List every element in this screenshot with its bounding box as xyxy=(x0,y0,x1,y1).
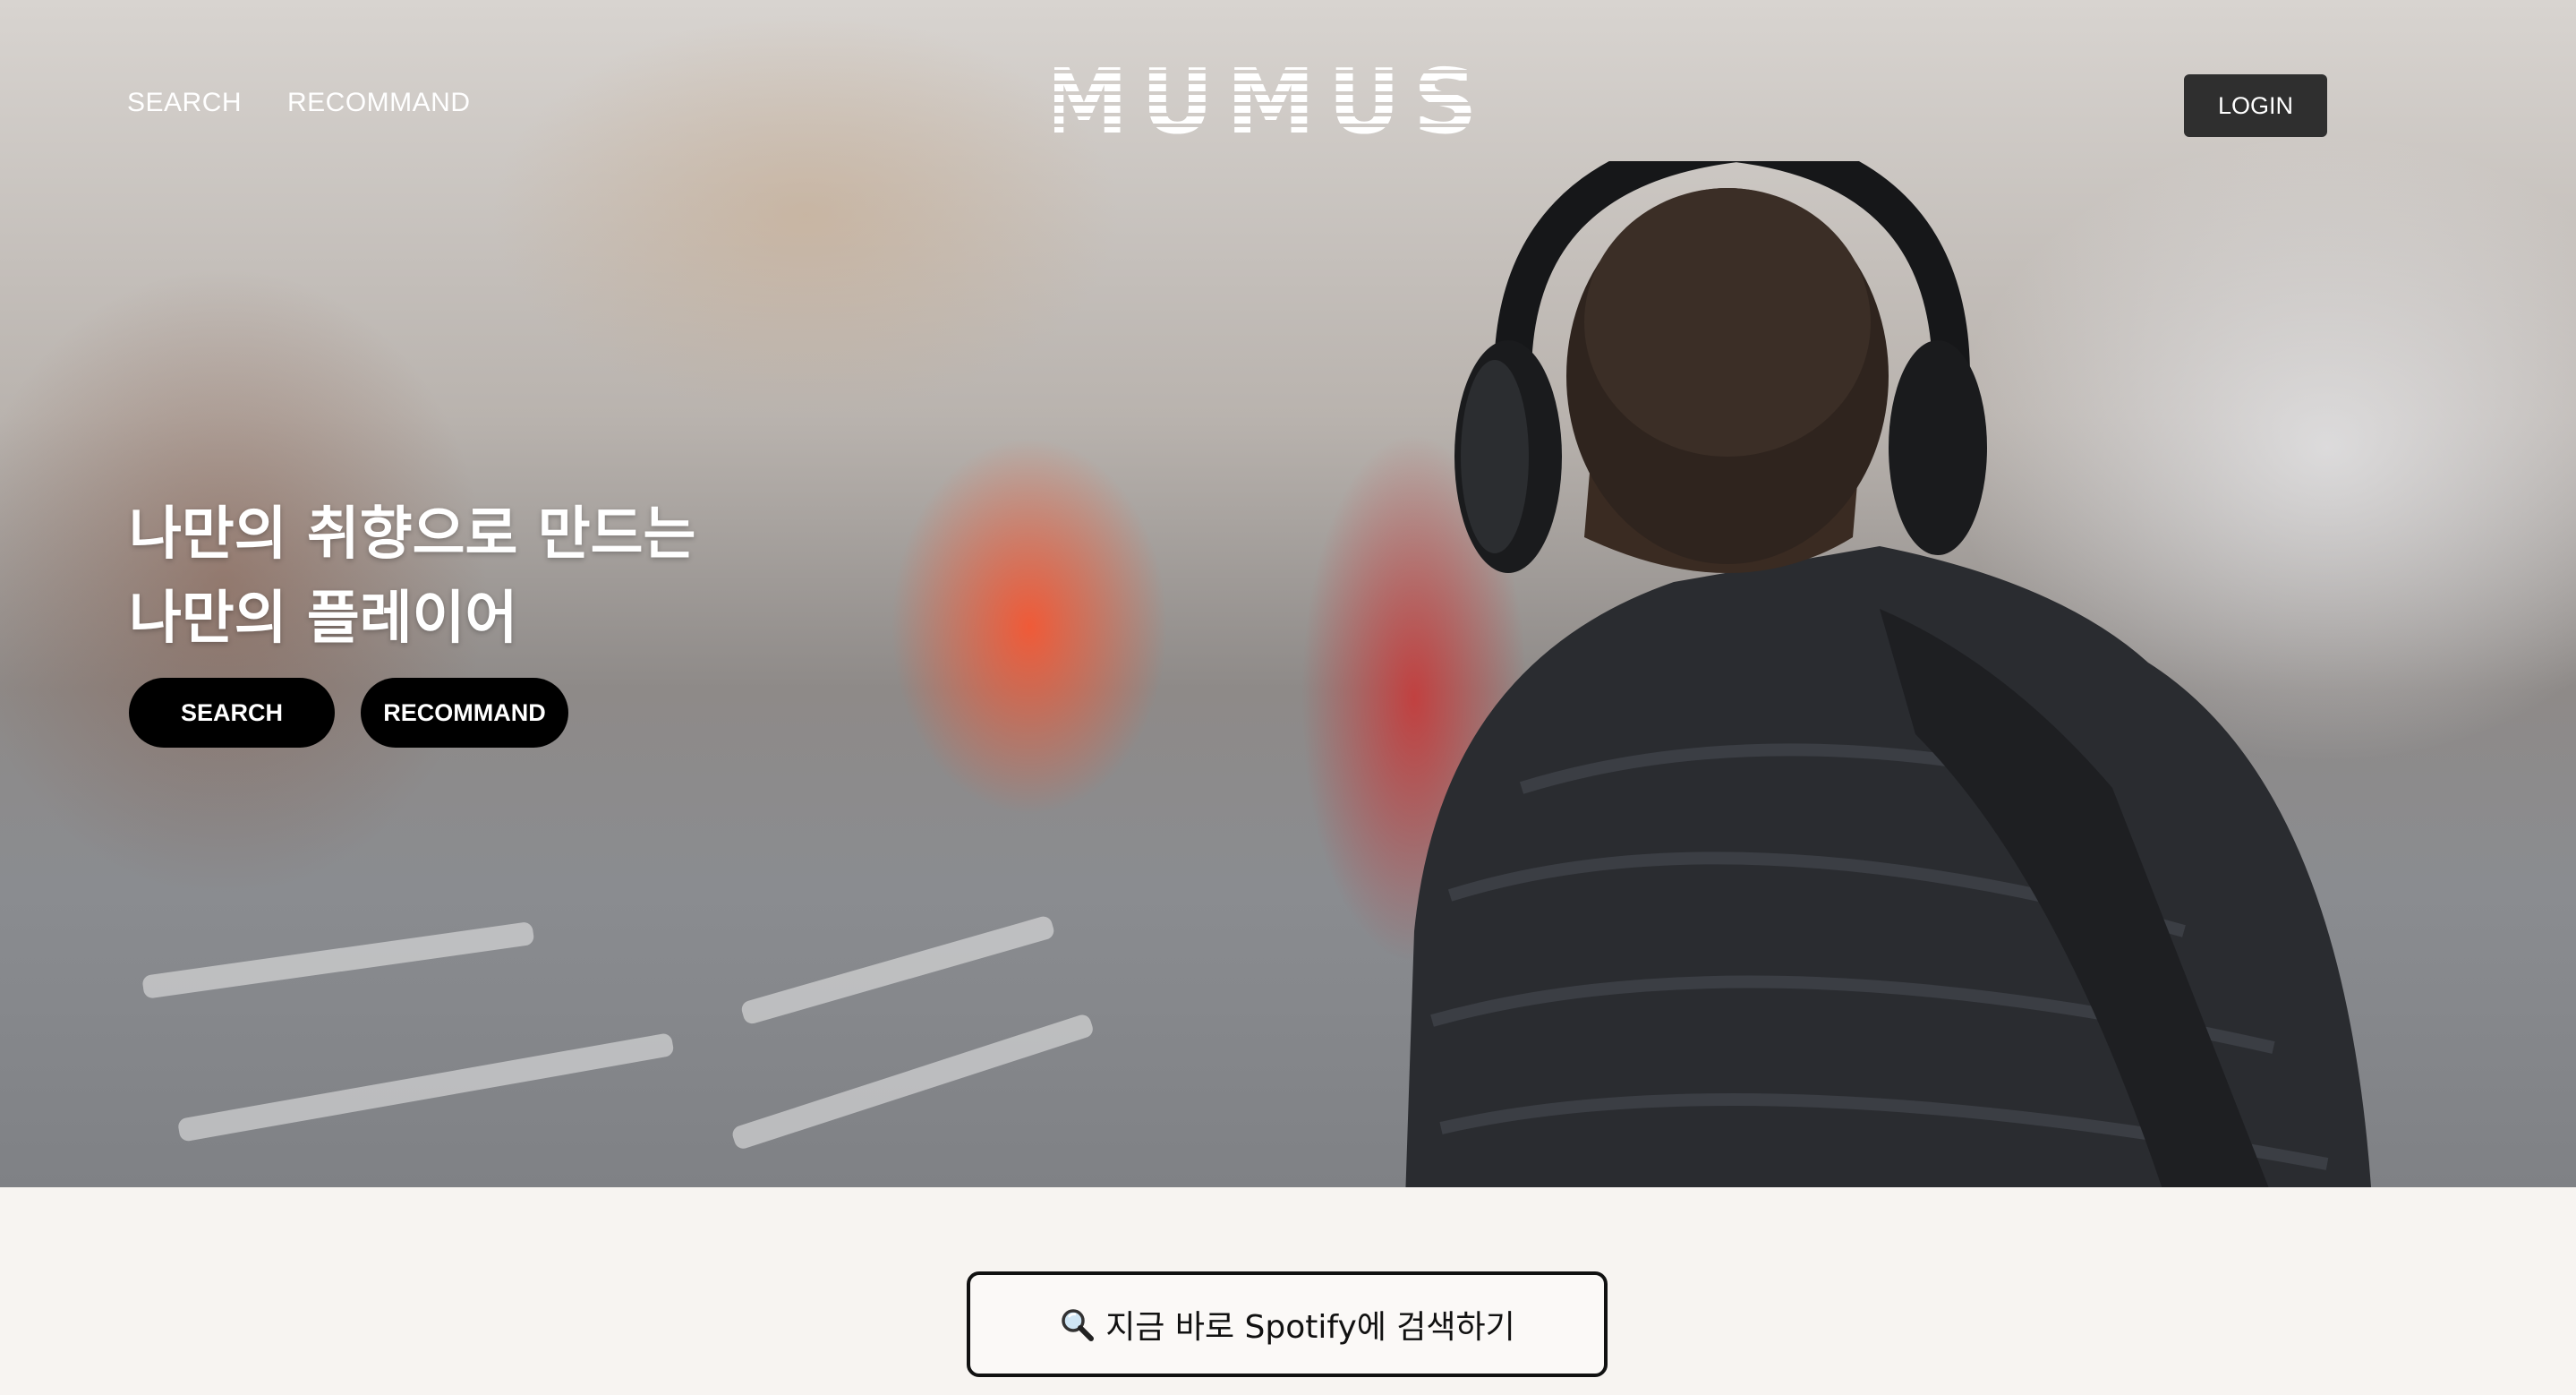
headline-line-1: 나만의 취향으로 만드는 xyxy=(129,501,696,568)
login-button[interactable]: LOGIN xyxy=(2184,74,2327,137)
hero-search-button[interactable]: SEARCH xyxy=(129,678,335,748)
spotify-search-button[interactable]: 지금 바로 Spotify에 검색하기 xyxy=(967,1271,1608,1377)
person-with-headphones-image xyxy=(1378,161,2390,1187)
spotify-search-label: 지금 바로 Spotify에 검색하기 xyxy=(1105,1309,1515,1346)
road-marking xyxy=(176,1031,675,1143)
road-marking xyxy=(729,1012,1096,1151)
hero-headline: 나만의 취향으로 만드는 나만의 플레이어 xyxy=(129,492,695,661)
nav-search-link[interactable]: SEARCH xyxy=(127,88,242,118)
road-marking xyxy=(141,920,535,999)
headline-line-2: 나만의 플레이어 xyxy=(129,586,518,652)
magnifier-icon xyxy=(1062,1309,1095,1341)
hero-banner: SEARCH RECOMMAND MUMUS LOGIN 나만의 취향으로 만드… xyxy=(0,0,2576,1187)
mumus-logo[interactable]: MUMUS xyxy=(1054,63,1475,138)
nav-recommend-link[interactable]: RECOMMAND xyxy=(287,88,471,118)
search-section: 지금 바로 Spotify에 검색하기 xyxy=(0,1187,2576,1395)
hero-recommend-button[interactable]: RECOMMAND xyxy=(361,678,568,748)
svg-text:MUMUS: MUMUS xyxy=(1054,63,1475,138)
road-marking xyxy=(739,914,1056,1026)
